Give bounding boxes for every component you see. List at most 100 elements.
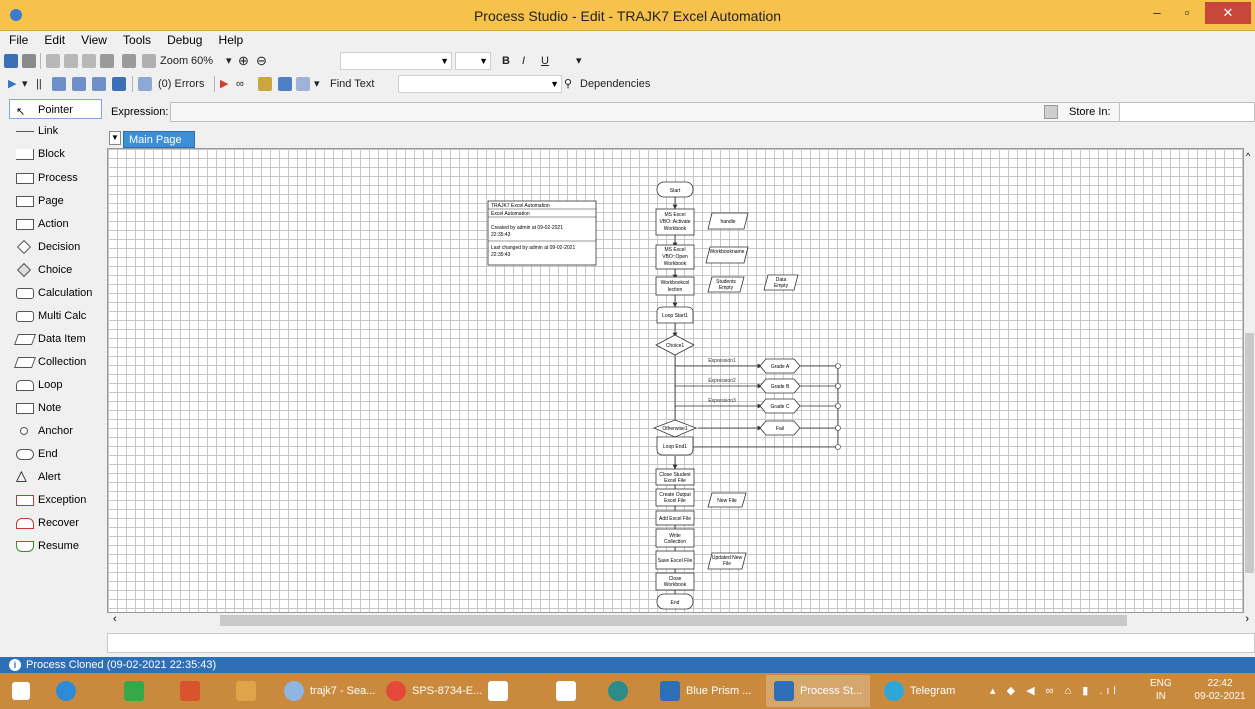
close-button[interactable]: ✕ — [1205, 2, 1251, 24]
home-taskbar-button[interactable] — [480, 675, 540, 707]
menu-debug[interactable]: Debug — [167, 31, 202, 49]
scroll-up-icon[interactable]: ^ — [1246, 151, 1250, 161]
undo-icon[interactable] — [100, 54, 114, 68]
step-icon[interactable] — [52, 77, 66, 91]
menu-help[interactable]: Help — [219, 31, 244, 49]
palette-multi-calc[interactable]: Multi Calc — [10, 306, 102, 326]
chrome-taskbar-button[interactable]: SPS-8734-E... — [378, 675, 482, 707]
palette-loop[interactable]: Loop — [10, 375, 102, 395]
zoom-dropdown-icon[interactable]: ▾ — [226, 53, 232, 69]
expression-input[interactable] — [170, 102, 1148, 122]
run-icon[interactable]: ▶ — [8, 76, 16, 92]
start-button[interactable] — [0, 675, 44, 707]
ie-taskbar-button[interactable] — [48, 675, 92, 707]
system-tray[interactable]: ▴ ◆ ◀ ∞ ⌂ ▮ .ıl — [990, 675, 1140, 707]
layout-icon[interactable] — [278, 77, 292, 91]
svg-text:Grade A: Grade A — [771, 364, 790, 370]
tab-dropdown-icon[interactable]: ▼ — [109, 131, 121, 145]
palette-calculation[interactable]: Calculation — [10, 283, 102, 303]
page-icon[interactable] — [142, 54, 156, 68]
step-over-icon[interactable] — [72, 77, 86, 91]
redo-icon[interactable] — [122, 54, 136, 68]
process-studio-taskbar-button[interactable]: Process St... — [766, 675, 870, 707]
font-combo[interactable]: ▼ — [340, 52, 452, 70]
tab-main-page[interactable]: Main Page — [123, 131, 195, 148]
copy-icon[interactable] — [64, 54, 78, 68]
calculator-icon[interactable] — [1044, 105, 1058, 119]
palette-alert[interactable]: △ Alert — [10, 467, 102, 487]
palette-block[interactable]: Block — [10, 144, 102, 164]
menu-file[interactable]: File — [9, 31, 28, 49]
binoculars-icon[interactable]: ⚲ — [564, 76, 572, 92]
store-in-input[interactable] — [1119, 102, 1255, 122]
vertical-scrollbar[interactable]: ^ — [1244, 148, 1255, 613]
font-size-combo[interactable]: ▼ — [455, 52, 491, 70]
palette-collection[interactable]: Collection — [10, 352, 102, 372]
telegram-taskbar-button[interactable]: Telegram — [876, 675, 980, 707]
palette-data-item[interactable]: Data Item — [10, 329, 102, 349]
file-taskbar-button[interactable] — [548, 675, 598, 707]
palette-choice[interactable]: Choice — [10, 260, 102, 280]
underline-button[interactable]: U — [541, 53, 549, 69]
reset-icon[interactable] — [112, 77, 126, 91]
watch-icon[interactable] — [258, 77, 272, 91]
scroll-left-icon[interactable]: ‹ — [113, 613, 117, 625]
end-icon — [16, 449, 34, 460]
horizontal-scroll-thumb[interactable] — [220, 615, 1127, 626]
palette-decision[interactable]: Decision — [10, 237, 102, 257]
clock[interactable]: 22:42 09-02-2021 — [1190, 677, 1250, 703]
palette-end[interactable]: End — [10, 444, 102, 464]
breakpoint-icon[interactable]: ▶ — [220, 76, 228, 92]
svg-text:Workbook: Workbook — [664, 582, 687, 588]
dependencies-button[interactable]: Dependencies — [580, 76, 650, 92]
store-taskbar-button[interactable] — [116, 675, 160, 707]
grid-icon[interactable] — [296, 77, 310, 91]
step-out-icon[interactable] — [92, 77, 106, 91]
process-canvas[interactable]: TRAJK7 Excel Automation Excel Automation… — [107, 148, 1244, 613]
menu-edit[interactable]: Edit — [44, 31, 65, 49]
find-text-input[interactable]: ▼ — [398, 75, 562, 93]
color-dropdown-icon[interactable]: ▾ — [576, 53, 582, 69]
menu-tools[interactable]: Tools — [123, 31, 151, 49]
svg-text:MS Excel: MS Excel — [664, 247, 685, 253]
grid-dropdown-icon[interactable]: ▾ — [314, 76, 320, 92]
errors-label[interactable]: (0) Errors — [158, 76, 204, 92]
cut-icon[interactable] — [46, 54, 60, 68]
edge-taskbar-button[interactable] — [600, 675, 650, 707]
app-taskbar-button[interactable] — [228, 675, 272, 707]
paste-icon[interactable] — [82, 54, 96, 68]
italic-button[interactable]: I — [522, 53, 525, 69]
save-icon[interactable] — [4, 54, 18, 68]
vertical-scroll-thumb[interactable] — [1245, 333, 1254, 573]
zoom-value[interactable]: 60% — [191, 53, 213, 69]
palette-page[interactable]: Page — [10, 191, 102, 211]
project-info-box[interactable]: TRAJK7 Excel Automation Excel Automation… — [487, 200, 597, 266]
pause-icon[interactable]: || — [36, 76, 42, 92]
palette-link[interactable]: Link — [10, 121, 102, 141]
minimize-button[interactable]: – — [1143, 2, 1171, 24]
language-indicator[interactable]: ENG IN — [1150, 677, 1172, 703]
link-icon[interactable]: ∞ — [236, 76, 244, 92]
palette-resume[interactable]: Resume — [10, 536, 102, 556]
palette-note[interactable]: Note — [10, 398, 102, 418]
photos-taskbar-button[interactable] — [172, 675, 216, 707]
palette-pointer[interactable]: ↖ Pointer — [9, 99, 102, 119]
print-icon[interactable] — [22, 54, 36, 68]
zoom-out-icon[interactable]: ⊖ — [256, 53, 267, 69]
blueprism-taskbar-button[interactable]: Blue Prism ... — [652, 675, 762, 707]
zoom-in-icon[interactable]: ⊕ — [238, 53, 249, 69]
horizontal-scrollbar[interactable]: ‹ › — [107, 613, 1255, 628]
validate-icon[interactable] — [138, 77, 152, 91]
scroll-right-icon[interactable]: › — [1245, 613, 1249, 625]
maximize-button[interactable]: ▫ — [1173, 2, 1201, 24]
svg-text:Expression2: Expression2 — [708, 378, 736, 384]
palette-process[interactable]: Process — [10, 168, 102, 188]
menu-view[interactable]: View — [81, 31, 107, 49]
bold-button[interactable]: B — [502, 53, 510, 69]
palette-anchor[interactable]: Anchor — [10, 421, 102, 441]
run-dropdown-icon[interactable]: ▾ — [22, 76, 28, 92]
search-taskbar-button[interactable]: trajk7 - Sea... — [276, 675, 375, 707]
palette-action[interactable]: Action — [10, 214, 102, 234]
palette-recover[interactable]: Recover — [10, 513, 102, 533]
palette-exception[interactable]: Exception — [10, 490, 102, 510]
